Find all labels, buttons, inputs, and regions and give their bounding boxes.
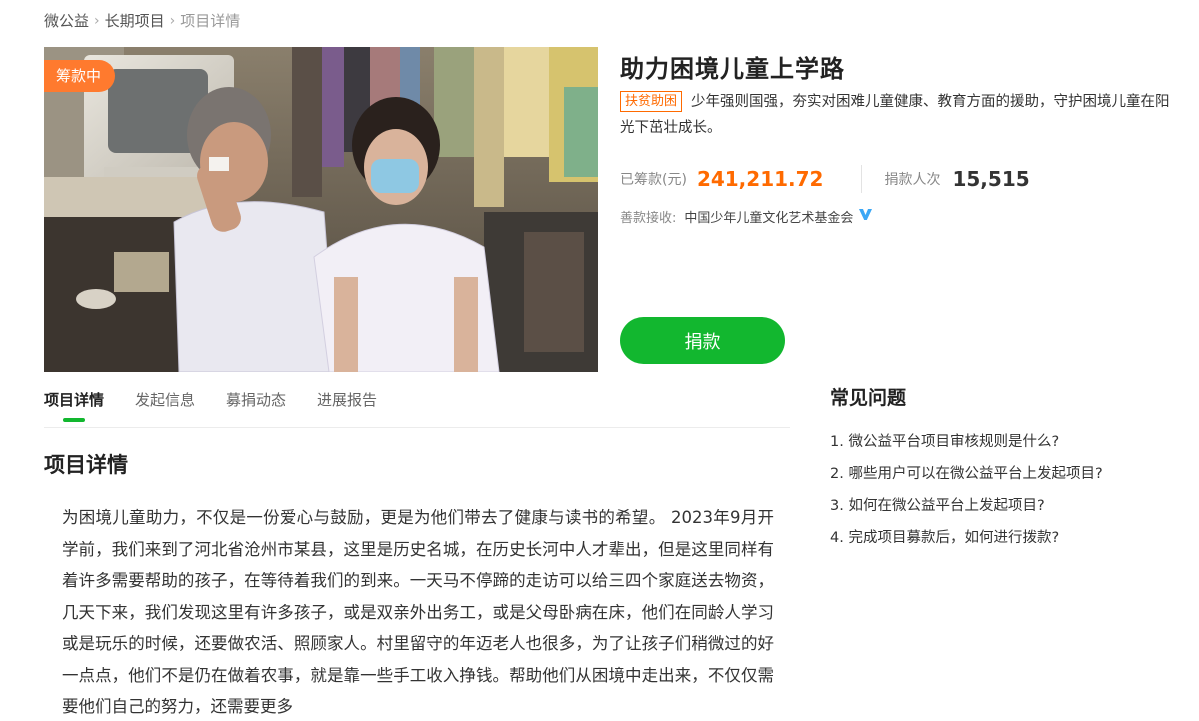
donors-label: 捐款人次 <box>884 172 941 188</box>
tab-project-detail[interactable]: 项目详情 <box>44 388 104 428</box>
breadcrumb-separator: › <box>169 12 176 29</box>
receiver-org-link[interactable]: 中国少年儿童文化艺术基金会 <box>684 207 853 226</box>
tab-fundraising-updates[interactable]: 募捐动态 <box>226 388 286 428</box>
faq-item-eligible-users[interactable]: 2. 哪些用户可以在微公益平台上发起项目? <box>830 458 1170 490</box>
faq-title: 常见问题 <box>830 387 907 409</box>
section-title: 项目详情 <box>44 453 128 477</box>
breadcrumb-project-detail: 项目详情 <box>180 12 241 30</box>
tab-progress-report[interactable]: 进展报告 <box>317 388 377 428</box>
breadcrumb-weigongyi[interactable]: 微公益 <box>44 10 89 31</box>
project-title: 助力困境儿童上学路 <box>620 55 845 83</box>
tab-label: 募捐动态 <box>226 391 287 409</box>
cover-photo-illustration <box>44 47 598 372</box>
receiver-label: 善款接收: <box>620 211 677 226</box>
donate-button[interactable]: 捐款 <box>620 317 785 364</box>
tab-label: 项目详情 <box>44 391 105 409</box>
fundraising-status-badge: 筹款中 <box>44 60 116 92</box>
verified-v-icon <box>858 208 873 225</box>
tab-label: 发起信息 <box>135 391 196 409</box>
project-story-text: 为困境儿童助力，不仅是一份爱心与鼓励，更是为他们带去了健康与读书的希望。 202… <box>62 508 774 716</box>
breadcrumb-long-term-projects[interactable]: 长期项目 <box>105 10 165 31</box>
breadcrumb: 微公益 › 长期项目 › 项目详情 <box>44 10 240 31</box>
faq-panel: 常见问题 1. 微公益平台项目审核规则是什么? 2. 哪些用户可以在微公益平台上… <box>830 383 1170 554</box>
raised-label: 已筹款(元) <box>620 172 687 188</box>
project-description-block: 扶贫助困 少年强则国强，夯实对困难儿童健康、教育方面的援助，守护困境儿童在阳光下茁… <box>620 89 1180 141</box>
category-tag[interactable]: 扶贫助困 <box>620 91 683 112</box>
project-tabs: 项目详情 发起信息 募捐动态 进展报告 <box>44 388 790 428</box>
active-tab-indicator <box>63 418 85 422</box>
donors-count: 15,515 <box>952 167 1030 191</box>
faq-item-disbursement[interactable]: 4. 完成项目募款后，如何进行拨款? <box>830 522 1170 554</box>
fund-receiver: 善款接收: 中国少年儿童文化艺术基金会 <box>620 207 873 226</box>
breadcrumb-separator: › <box>94 12 100 29</box>
tab-initiator-info[interactable]: 发起信息 <box>135 388 195 428</box>
stats-divider <box>861 165 863 193</box>
faq-item-review-rules[interactable]: 1. 微公益平台项目审核规则是什么? <box>830 426 1170 458</box>
faq-item-how-to-launch[interactable]: 3. 如何在微公益平台上发起项目? <box>830 490 1170 522</box>
fundraising-stats: 已筹款(元) 241,211.72 捐款人次 15,515 <box>620 164 1030 194</box>
tab-label: 进展报告 <box>317 391 378 409</box>
raised-amount: 241,211.72 <box>696 167 824 191</box>
project-description: 少年强则国强，夯实对困难儿童健康、教育方面的援助，守护困境儿童在阳光下茁壮成长。 <box>620 94 1170 136</box>
project-cover-image: 筹款中 <box>44 47 598 372</box>
